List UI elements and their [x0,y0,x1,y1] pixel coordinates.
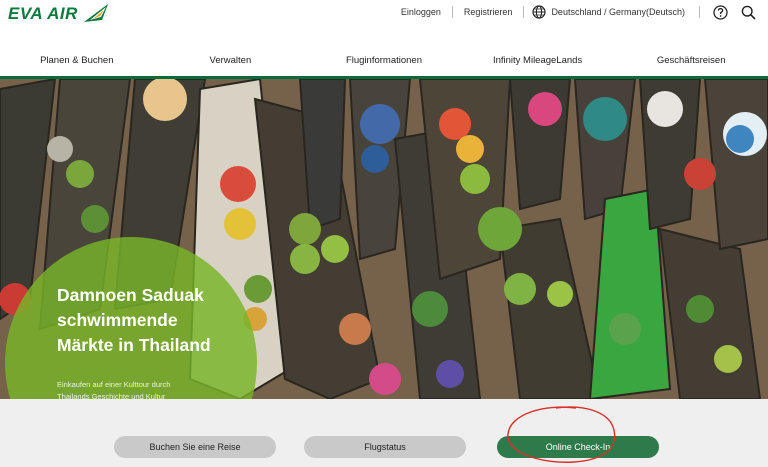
hero-title-line: Märkte in Thailand [57,335,211,355]
hero-title-line: schwimmende [57,310,178,330]
logo-mark-icon [83,4,108,22]
book-trip-button[interactable]: Buchen Sie eine Reise [114,436,276,458]
nav-fluginformationen[interactable]: Fluginformationen [307,48,461,78]
globe-icon [532,5,547,19]
logo-text: EVA AIR [8,4,78,23]
search-button[interactable] [740,4,756,20]
nav-planen-buchen[interactable]: Planen & Buchen [0,48,154,78]
nav-geschaeftsreisen[interactable]: Geschäftsreisen [614,48,768,78]
language-label: Deutschland / Germany(Deutsch) [551,7,685,17]
main-nav: Planen & Buchen Verwalten Fluginformatio… [0,48,768,78]
question-icon [712,4,728,20]
help-button[interactable] [712,4,728,20]
top-bar: EVA AIR Einloggen Registrieren Deutschla… [0,0,768,36]
divider [699,6,700,18]
nav-verwalten[interactable]: Verwalten [154,48,308,78]
hero-title-line: Damnoen Saduak [57,285,204,305]
search-icon [741,5,756,20]
hero-subtitle-line: Einkaufen auf einer Kulttour durch [57,380,171,389]
top-links: Einloggen Registrieren Deutschland / Ger… [390,0,768,24]
flight-status-button[interactable]: Flugstatus [304,436,466,458]
red-annotation-circle [507,406,616,463]
nav-infinity-mileagelands[interactable]: Infinity MileageLands [461,48,615,78]
language-selector[interactable]: Deutschland / Germany(Deutsch) [524,5,699,19]
eva-air-logo[interactable]: EVA AIR [8,2,110,26]
register-link[interactable]: Registrieren [453,7,524,17]
login-link[interactable]: Einloggen [390,7,452,17]
hero-title: Damnoen Saduak schwimmende Märkte in Tha… [57,283,277,358]
